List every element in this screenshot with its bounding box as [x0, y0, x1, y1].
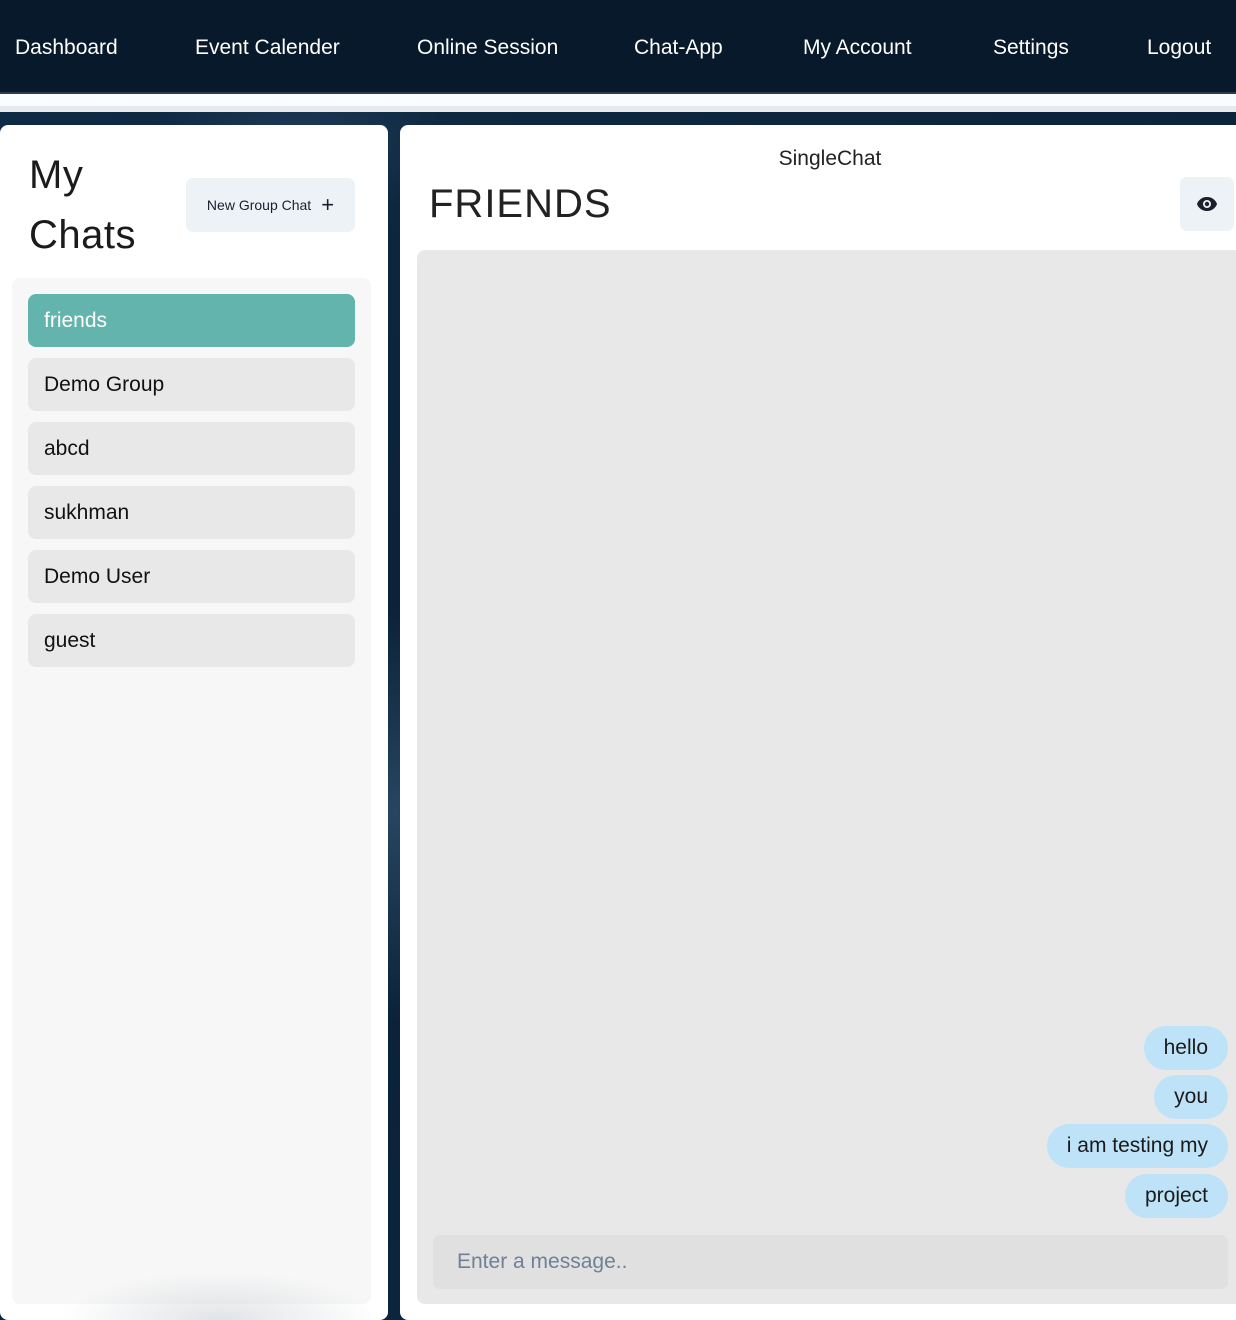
nav-event-calender[interactable]: Event Calender — [195, 34, 340, 62]
chat-item-demo-user[interactable]: Demo User — [28, 550, 355, 603]
my-chats-title: My Chats — [29, 153, 136, 257]
eye-icon — [1197, 197, 1217, 211]
view-profile-button[interactable] — [1180, 177, 1234, 231]
chat-item-demo-group[interactable]: Demo Group — [28, 358, 355, 411]
chat-item-sukhman[interactable]: sukhman — [28, 486, 355, 539]
new-group-chat-button[interactable]: New Group Chat + — [186, 178, 355, 232]
nav-online-session[interactable]: Online Session — [417, 34, 558, 62]
message-input[interactable] — [433, 1235, 1228, 1289]
plus-icon: + — [321, 192, 335, 217]
nav-my-account[interactable]: My Account — [803, 34, 912, 62]
new-group-chat-label: New Group Chat — [206, 197, 312, 213]
chat-item-friends[interactable]: friends — [28, 294, 355, 347]
message-bubble: project — [1124, 1174, 1228, 1218]
nav-settings[interactable]: Settings — [993, 34, 1069, 62]
nav-chat-app[interactable]: Chat-App — [634, 34, 723, 62]
chat-title: FRIENDS — [429, 182, 612, 226]
chat-item-guest[interactable]: guest — [28, 614, 355, 667]
single-chat-label: SingleChat — [778, 147, 882, 170]
message-bubble: hello — [1143, 1026, 1228, 1070]
navbar-divider — [0, 94, 1236, 112]
nav-dashboard[interactable]: Dashboard — [15, 34, 118, 62]
top-navbar: Dashboard Event Calender Online Session … — [0, 0, 1236, 94]
nav-logout[interactable]: Logout — [1147, 34, 1211, 62]
message-bubble: you — [1154, 1075, 1228, 1119]
chat-item-abcd[interactable]: abcd — [28, 422, 355, 475]
message-bubble: i am testing my — [1046, 1124, 1228, 1168]
